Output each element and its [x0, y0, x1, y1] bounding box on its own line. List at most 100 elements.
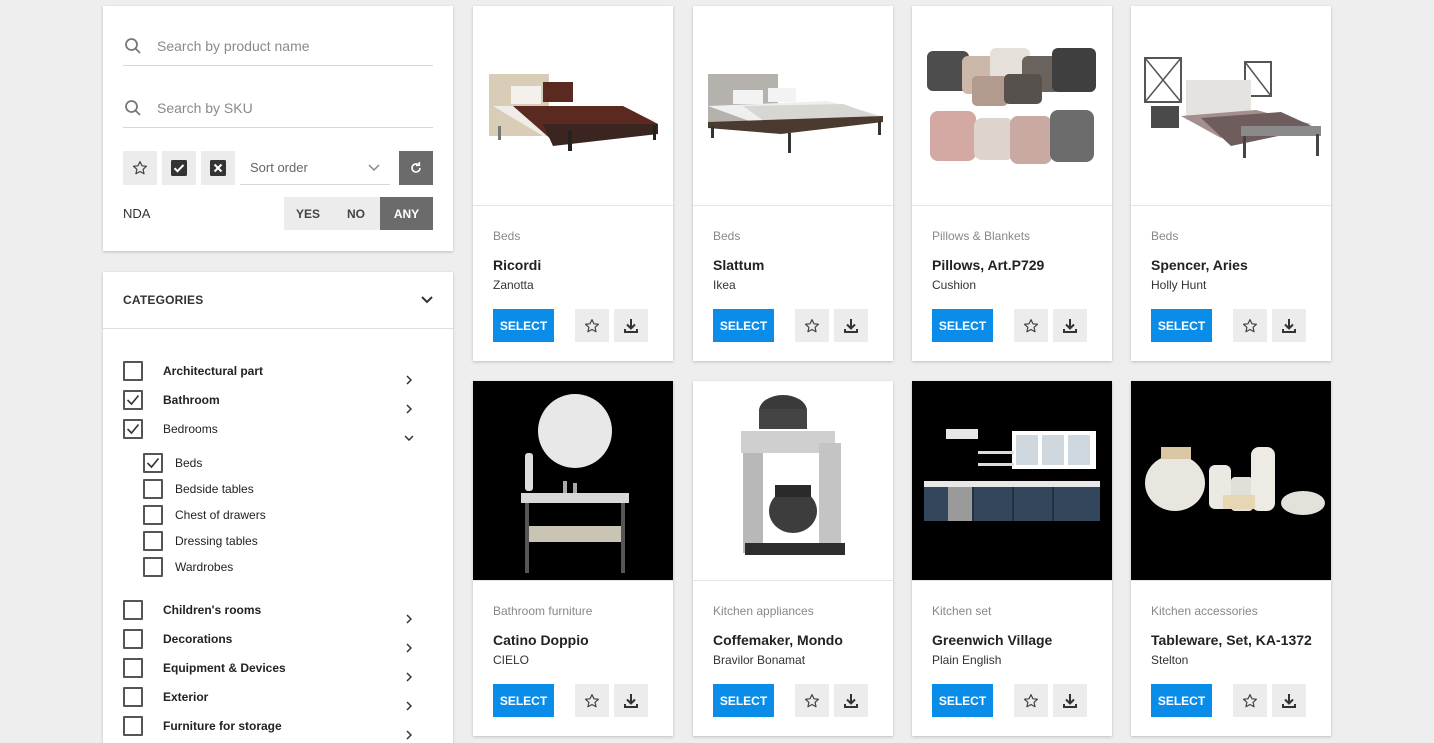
coffeemaker-icon	[741, 395, 845, 555]
product-category: Beds	[713, 229, 741, 243]
checkbox[interactable]	[123, 716, 143, 736]
checkbox[interactable]	[143, 505, 163, 525]
checkbox-checked[interactable]	[143, 453, 163, 473]
select-button[interactable]: SELECT	[1151, 684, 1212, 717]
chevron-right-icon[interactable]	[403, 671, 415, 683]
download-button[interactable]	[1272, 309, 1306, 342]
checkbox-checked[interactable]	[123, 419, 143, 439]
checkbox-checked[interactable]	[123, 390, 143, 410]
nda-no-button[interactable]: NO	[332, 197, 380, 230]
checked-filter-button[interactable]	[162, 151, 196, 185]
chevron-down-icon[interactable]	[403, 432, 415, 444]
subcategory-item-chest-of-drawers[interactable]: Chest of drawers	[143, 504, 266, 526]
nda-yes-button[interactable]: YES	[284, 197, 332, 230]
category-label: Children's rooms	[163, 603, 262, 617]
favorite-button[interactable]	[575, 309, 609, 342]
download-button[interactable]	[614, 309, 648, 342]
subcategory-item-wardrobes[interactable]: Wardrobes	[143, 556, 233, 578]
product-image[interactable]	[1131, 381, 1331, 581]
product-name[interactable]: Slattum	[713, 257, 764, 273]
product-image[interactable]	[1131, 6, 1331, 206]
chevron-right-icon[interactable]	[403, 374, 415, 386]
nda-toggle-group: YES NO ANY	[284, 197, 433, 230]
search-name-input[interactable]	[157, 37, 417, 54]
product-name[interactable]: Spencer, Aries	[1151, 257, 1248, 273]
product-brand: Holly Hunt	[1151, 278, 1207, 292]
category-item-furniture-for-storage[interactable]: Furniture for storage	[123, 715, 282, 737]
product-image[interactable]	[912, 6, 1112, 206]
select-button[interactable]: SELECT	[493, 684, 554, 717]
star-icon	[1023, 693, 1038, 707]
sort-order-select[interactable]: Sort order	[240, 151, 390, 185]
product-name[interactable]: Catino Doppio	[493, 632, 589, 648]
favorite-button[interactable]	[575, 684, 609, 717]
subcategory-label: Beds	[175, 456, 203, 470]
checkbox[interactable]	[123, 629, 143, 649]
search-sku-input[interactable]	[157, 99, 417, 116]
category-item-exterior[interactable]: Exterior	[123, 686, 208, 708]
download-button[interactable]	[1272, 684, 1306, 717]
download-icon	[624, 693, 638, 708]
download-button[interactable]	[614, 684, 648, 717]
checkbox[interactable]	[123, 687, 143, 707]
product-image[interactable]	[693, 381, 893, 581]
checkbox[interactable]	[123, 658, 143, 678]
favorite-button[interactable]	[1014, 309, 1048, 342]
categories-header[interactable]: CATEGORIES	[103, 272, 453, 329]
nda-any-button[interactable]: ANY	[380, 197, 433, 230]
favorite-button[interactable]	[795, 684, 829, 717]
product-card: Kitchen appliances Coffemaker, Mondo Bra…	[693, 381, 893, 736]
chevron-right-icon[interactable]	[403, 700, 415, 712]
select-button[interactable]: SELECT	[932, 684, 993, 717]
star-icon	[1242, 693, 1257, 707]
download-button[interactable]	[834, 309, 868, 342]
product-card: Kitchen set Greenwich Village Plain Engl…	[912, 381, 1112, 736]
select-button[interactable]: SELECT	[713, 309, 774, 342]
subcategory-item-dressing-tables[interactable]: Dressing tables	[143, 530, 258, 552]
chevron-right-icon[interactable]	[403, 642, 415, 654]
select-button[interactable]: SELECT	[1151, 309, 1212, 342]
checkbox[interactable]	[123, 361, 143, 381]
chevron-right-icon[interactable]	[403, 403, 415, 415]
favorite-button[interactable]	[1014, 684, 1048, 717]
favorite-button[interactable]	[1233, 684, 1267, 717]
category-item-childrens-rooms[interactable]: Children's rooms	[123, 599, 261, 621]
favorite-button[interactable]	[795, 309, 829, 342]
product-image[interactable]	[473, 6, 673, 206]
product-name[interactable]: Pillows, Art.P729	[932, 257, 1044, 273]
select-button[interactable]: SELECT	[713, 684, 774, 717]
checkbox[interactable]	[143, 557, 163, 577]
unchecked-filter-button[interactable]	[201, 151, 235, 185]
chevron-right-icon[interactable]	[403, 613, 415, 625]
bed-icon	[1144, 57, 1321, 158]
product-name[interactable]: Ricordi	[493, 257, 541, 273]
download-button[interactable]	[1053, 309, 1087, 342]
subcategory-item-beds[interactable]: Beds	[143, 452, 202, 474]
product-category: Beds	[1151, 229, 1179, 243]
favorites-filter-button[interactable]	[123, 151, 157, 185]
category-label: Furniture for storage	[163, 719, 282, 733]
product-image[interactable]	[693, 6, 893, 206]
category-item-equipment-devices[interactable]: Equipment & Devices	[123, 657, 286, 679]
chevron-right-icon[interactable]	[403, 729, 415, 741]
checkbox[interactable]	[143, 479, 163, 499]
select-button[interactable]: SELECT	[493, 309, 554, 342]
product-image[interactable]	[912, 381, 1112, 581]
category-item-architectural-part[interactable]: Architectural part	[123, 360, 263, 382]
reset-filters-button[interactable]	[399, 151, 433, 185]
product-image[interactable]	[473, 381, 673, 581]
checkbox[interactable]	[123, 600, 143, 620]
category-item-bathroom[interactable]: Bathroom	[123, 389, 220, 411]
download-button[interactable]	[834, 684, 868, 717]
subcategory-item-bedside-tables[interactable]: Bedside tables	[143, 478, 254, 500]
select-button[interactable]: SELECT	[932, 309, 993, 342]
download-button[interactable]	[1053, 684, 1087, 717]
product-name[interactable]: Greenwich Village	[932, 632, 1052, 648]
product-name[interactable]: Tableware, Set, KA-1372	[1151, 632, 1312, 648]
category-item-decorations[interactable]: Decorations	[123, 628, 232, 650]
category-item-bedrooms[interactable]: Bedrooms	[123, 418, 218, 440]
checkbox[interactable]	[143, 531, 163, 551]
favorite-button[interactable]	[1233, 309, 1267, 342]
product-name[interactable]: Coffemaker, Mondo	[713, 632, 843, 648]
search-icon	[123, 36, 143, 56]
